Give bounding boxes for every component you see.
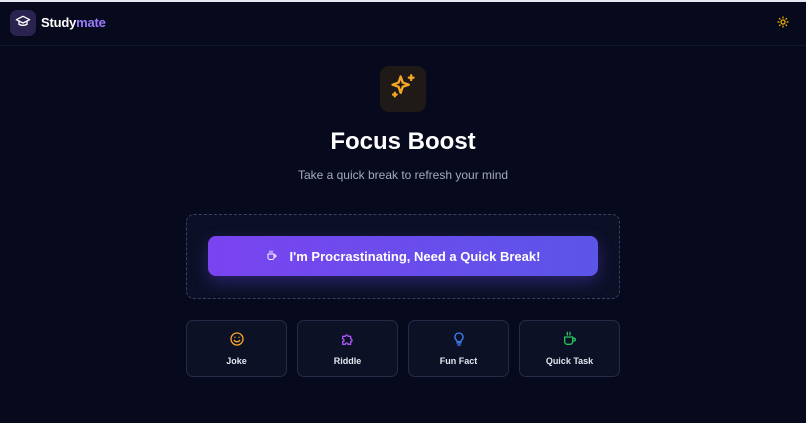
quick-break-button[interactable]: I'm Procrastinating, Need a Quick Break! (208, 236, 598, 276)
option-label: Joke (226, 356, 247, 366)
app-header: Studymate (0, 2, 806, 46)
brand-prefix: Study (41, 15, 77, 30)
graduation-cap-icon (15, 13, 31, 34)
sparkles-icon (389, 73, 417, 106)
option-label: Fun Fact (439, 356, 478, 366)
brand-name[interactable]: Studymate (41, 15, 106, 30)
coffee-cup-icon (266, 250, 278, 262)
page: Studymate Focus Boost Take a quick break… (0, 0, 806, 423)
option-card-fun-fact[interactable]: Fun Fact (408, 320, 509, 377)
option-label: Quick Task (545, 356, 594, 366)
page-title: Focus Boost (330, 128, 476, 155)
smile-icon (187, 331, 286, 347)
lightbulb-icon (409, 331, 508, 347)
coffee-icon (520, 331, 619, 347)
hero-icon-box (380, 66, 426, 112)
option-card-quick-task[interactable]: Quick Task (519, 320, 620, 377)
logo[interactable] (10, 10, 36, 36)
option-card-riddle[interactable]: Riddle (297, 320, 398, 377)
brand-suffix: mate (76, 15, 106, 30)
sun-icon (777, 15, 789, 33)
puzzle-icon (298, 331, 397, 347)
quick-break-button-label: I'm Procrastinating, Need a Quick Break! (289, 248, 541, 264)
theme-toggle-button[interactable] (775, 16, 791, 32)
page-subtitle: Take a quick break to refresh your mind (297, 168, 509, 182)
option-label: Riddle (333, 356, 362, 366)
option-card-joke[interactable]: Joke (186, 320, 287, 377)
break-panel: I'm Procrastinating, Need a Quick Break! (186, 214, 620, 299)
